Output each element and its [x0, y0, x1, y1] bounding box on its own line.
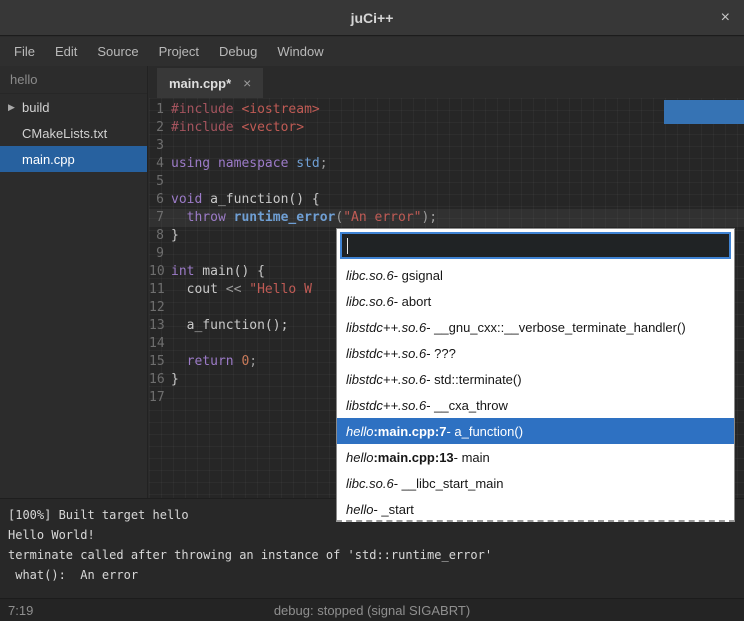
code-text: return 0; [171, 353, 257, 371]
code-line: 4using namespace std; [149, 155, 744, 173]
code-line: 1#include <iostream> [149, 101, 744, 119]
line-number: 12 [149, 299, 171, 317]
backtrace-item[interactable]: hello:main.cpp:13 - main [337, 444, 734, 470]
statusbar: debug: stopped (signal SIGABRT) 7:19 [0, 598, 744, 621]
sidebar-item-build[interactable]: ▶build [0, 94, 147, 120]
code-line: 3 [149, 137, 744, 155]
backtrace-item[interactable]: libstdc++.so.6 - ??? [337, 340, 734, 366]
code-text: } [171, 371, 179, 389]
file-label: main.cpp [22, 152, 75, 167]
console-line: terminate called after throwing an insta… [8, 545, 736, 565]
menubar: FileEditSourceProjectDebugWindow [0, 37, 744, 66]
sidebar-item-cmakelists-txt[interactable]: CMakeLists.txt [0, 120, 147, 146]
window-title: juCi++ [351, 10, 394, 26]
backtrace-item[interactable]: libc.so.6 - __libc_start_main [337, 470, 734, 496]
line-number: 17 [149, 389, 171, 407]
tabbar: main.cpp* × [149, 66, 744, 98]
expander-icon[interactable]: ▶ [8, 102, 22, 113]
menu-item-edit[interactable]: Edit [45, 37, 87, 66]
backtrace-item[interactable]: libstdc++.so.6 - __cxa_throw [337, 392, 734, 418]
backtrace-popup: libc.so.6 - gsignallibc.so.6 - abortlibs… [336, 228, 735, 522]
line-number: 11 [149, 281, 171, 299]
code-line: 7 throw runtime_error("An error"); [149, 209, 744, 227]
project-header: hello [0, 66, 147, 94]
line-number: 3 [149, 137, 171, 155]
line-number: 8 [149, 227, 171, 245]
line-number: 1 [149, 101, 171, 119]
code-text: cout << "Hello W [171, 281, 312, 299]
code-text: #include <iostream> [171, 101, 320, 119]
line-number: 9 [149, 245, 171, 263]
code-text: } [171, 227, 179, 245]
menu-item-debug[interactable]: Debug [209, 37, 267, 66]
cursor-position: 7:19 [0, 603, 33, 618]
sidebar-item-main-cpp[interactable]: main.cpp [0, 146, 147, 172]
line-number: 2 [149, 119, 171, 137]
code-text: int main() { [171, 263, 265, 281]
code-text: throw runtime_error("An error"); [171, 209, 437, 227]
popup-search-input[interactable] [340, 232, 731, 259]
file-tree: ▶build CMakeLists.txt main.cpp [0, 94, 147, 172]
backtrace-item[interactable]: libstdc++.so.6 - __gnu_cxx::__verbose_te… [337, 314, 734, 340]
line-number: 6 [149, 191, 171, 209]
line-number: 10 [149, 263, 171, 281]
debug-status: debug: stopped (signal SIGABRT) [0, 603, 744, 618]
sidebar: hello ▶build CMakeLists.txt main.cpp [0, 66, 148, 498]
close-icon[interactable]: × [721, 9, 730, 27]
tab-main-cpp[interactable]: main.cpp* × [157, 68, 263, 98]
tab-label: main.cpp* [169, 76, 231, 91]
titlebar: juCi++ × [0, 0, 744, 36]
line-number: 15 [149, 353, 171, 371]
file-label: CMakeLists.txt [22, 126, 107, 141]
line-number: 5 [149, 173, 171, 191]
line-number: 4 [149, 155, 171, 173]
code-line: 5 [149, 173, 744, 191]
backtrace-item[interactable]: hello:main.cpp:7 - a_function() [337, 418, 734, 444]
menu-item-window[interactable]: Window [267, 37, 333, 66]
backtrace-item[interactable]: libc.so.6 - gsignal [337, 262, 734, 288]
text-cursor [347, 238, 348, 254]
console-line: Hello World! [8, 525, 736, 545]
scroll-overview[interactable] [664, 100, 744, 124]
code-text: void a_function() { [171, 191, 320, 209]
menu-item-project[interactable]: Project [149, 37, 209, 66]
backtrace-item[interactable]: hello - _start [337, 496, 734, 522]
line-number: 14 [149, 335, 171, 353]
code-text: #include <vector> [171, 119, 304, 137]
file-label: build [22, 100, 49, 115]
backtrace-item[interactable]: libstdc++.so.6 - std::terminate() [337, 366, 734, 392]
menu-item-source[interactable]: Source [87, 37, 148, 66]
tab-close-icon[interactable]: × [243, 75, 251, 91]
code-text: using namespace std; [171, 155, 328, 173]
menu-item-file[interactable]: File [4, 37, 45, 66]
line-number: 7 [149, 209, 171, 227]
console-line: what(): An error [8, 565, 736, 585]
code-text: a_function(); [171, 317, 288, 335]
backtrace-item[interactable]: libc.so.6 - abort [337, 288, 734, 314]
line-number: 16 [149, 371, 171, 389]
juci-window: juCi++ × FileEditSourceProjectDebugWindo… [0, 0, 744, 621]
code-line: 2#include <vector> [149, 119, 744, 137]
code-line: 6void a_function() { [149, 191, 744, 209]
line-number: 13 [149, 317, 171, 335]
backtrace-list: libc.so.6 - gsignallibc.so.6 - abortlibs… [337, 262, 734, 522]
